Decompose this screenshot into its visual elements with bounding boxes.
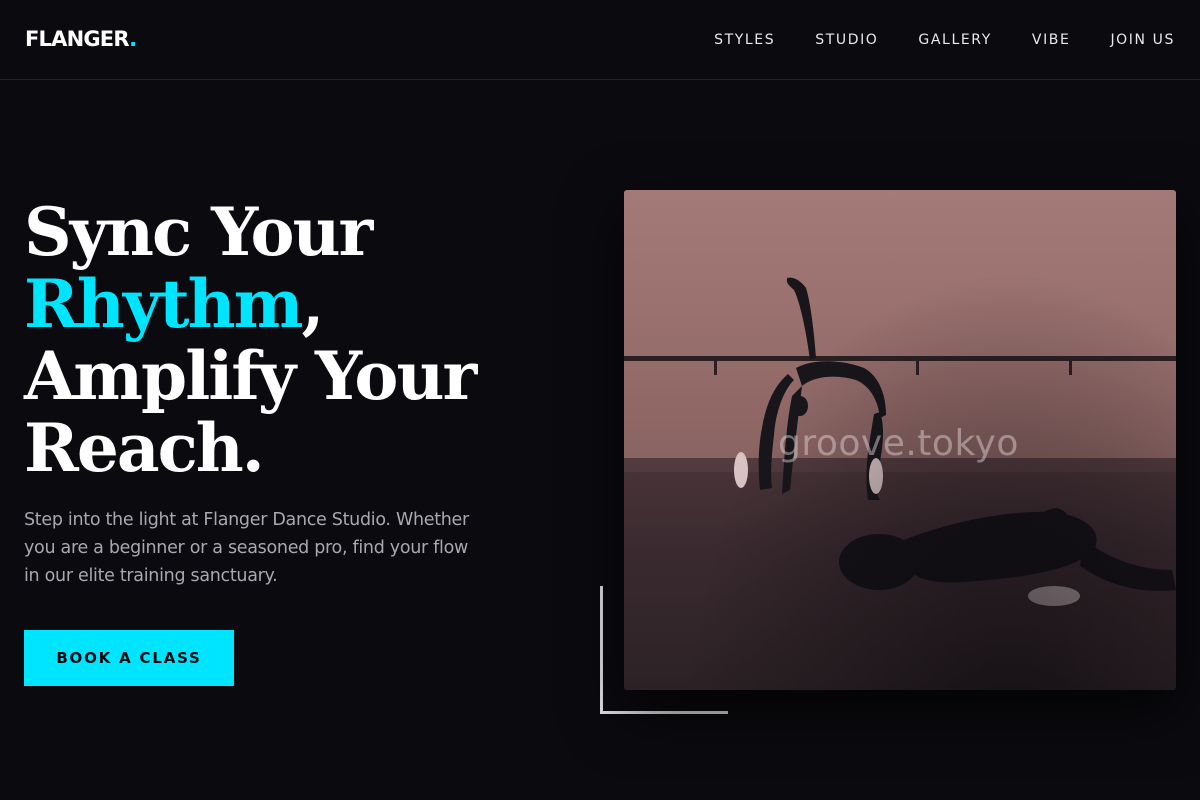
nav-link-vibe[interactable]: VIBE [1032, 30, 1071, 50]
nav-link-gallery[interactable]: GALLERY [918, 30, 991, 50]
hero-photo: groove.tokyo [624, 190, 1176, 690]
book-a-class-button[interactable]: BOOK A CLASS [24, 630, 234, 686]
hero-description: Step into the light at Flanger Dance Stu… [24, 510, 469, 586]
logo[interactable]: FLANGER. [25, 25, 137, 53]
main-nav: STYLES STUDIO GALLERY VIBE JOIN US [714, 30, 1175, 50]
headline-line-3: Amplify Your [24, 337, 477, 415]
headline-accent-word: Rhythm [24, 265, 303, 343]
nav-link-join-us[interactable]: JOIN US [1110, 30, 1175, 50]
headline-line-1: Sync Your [24, 193, 373, 271]
logo-dot: . [129, 27, 137, 51]
logo-text: FLANGER [25, 27, 130, 51]
hero-headline: Sync Your Rhythm, Amplify Your Reach. [24, 196, 544, 484]
nav-link-styles[interactable]: STYLES [714, 30, 775, 50]
photo-watermark: groove.tokyo [778, 423, 1019, 464]
headline-line-4: Reach. [24, 409, 265, 487]
headline-comma: , [301, 265, 325, 343]
site-header: FLANGER. STYLES STUDIO GALLERY VIBE JOIN… [0, 0, 1200, 80]
nav-link-studio[interactable]: STUDIO [815, 30, 878, 50]
